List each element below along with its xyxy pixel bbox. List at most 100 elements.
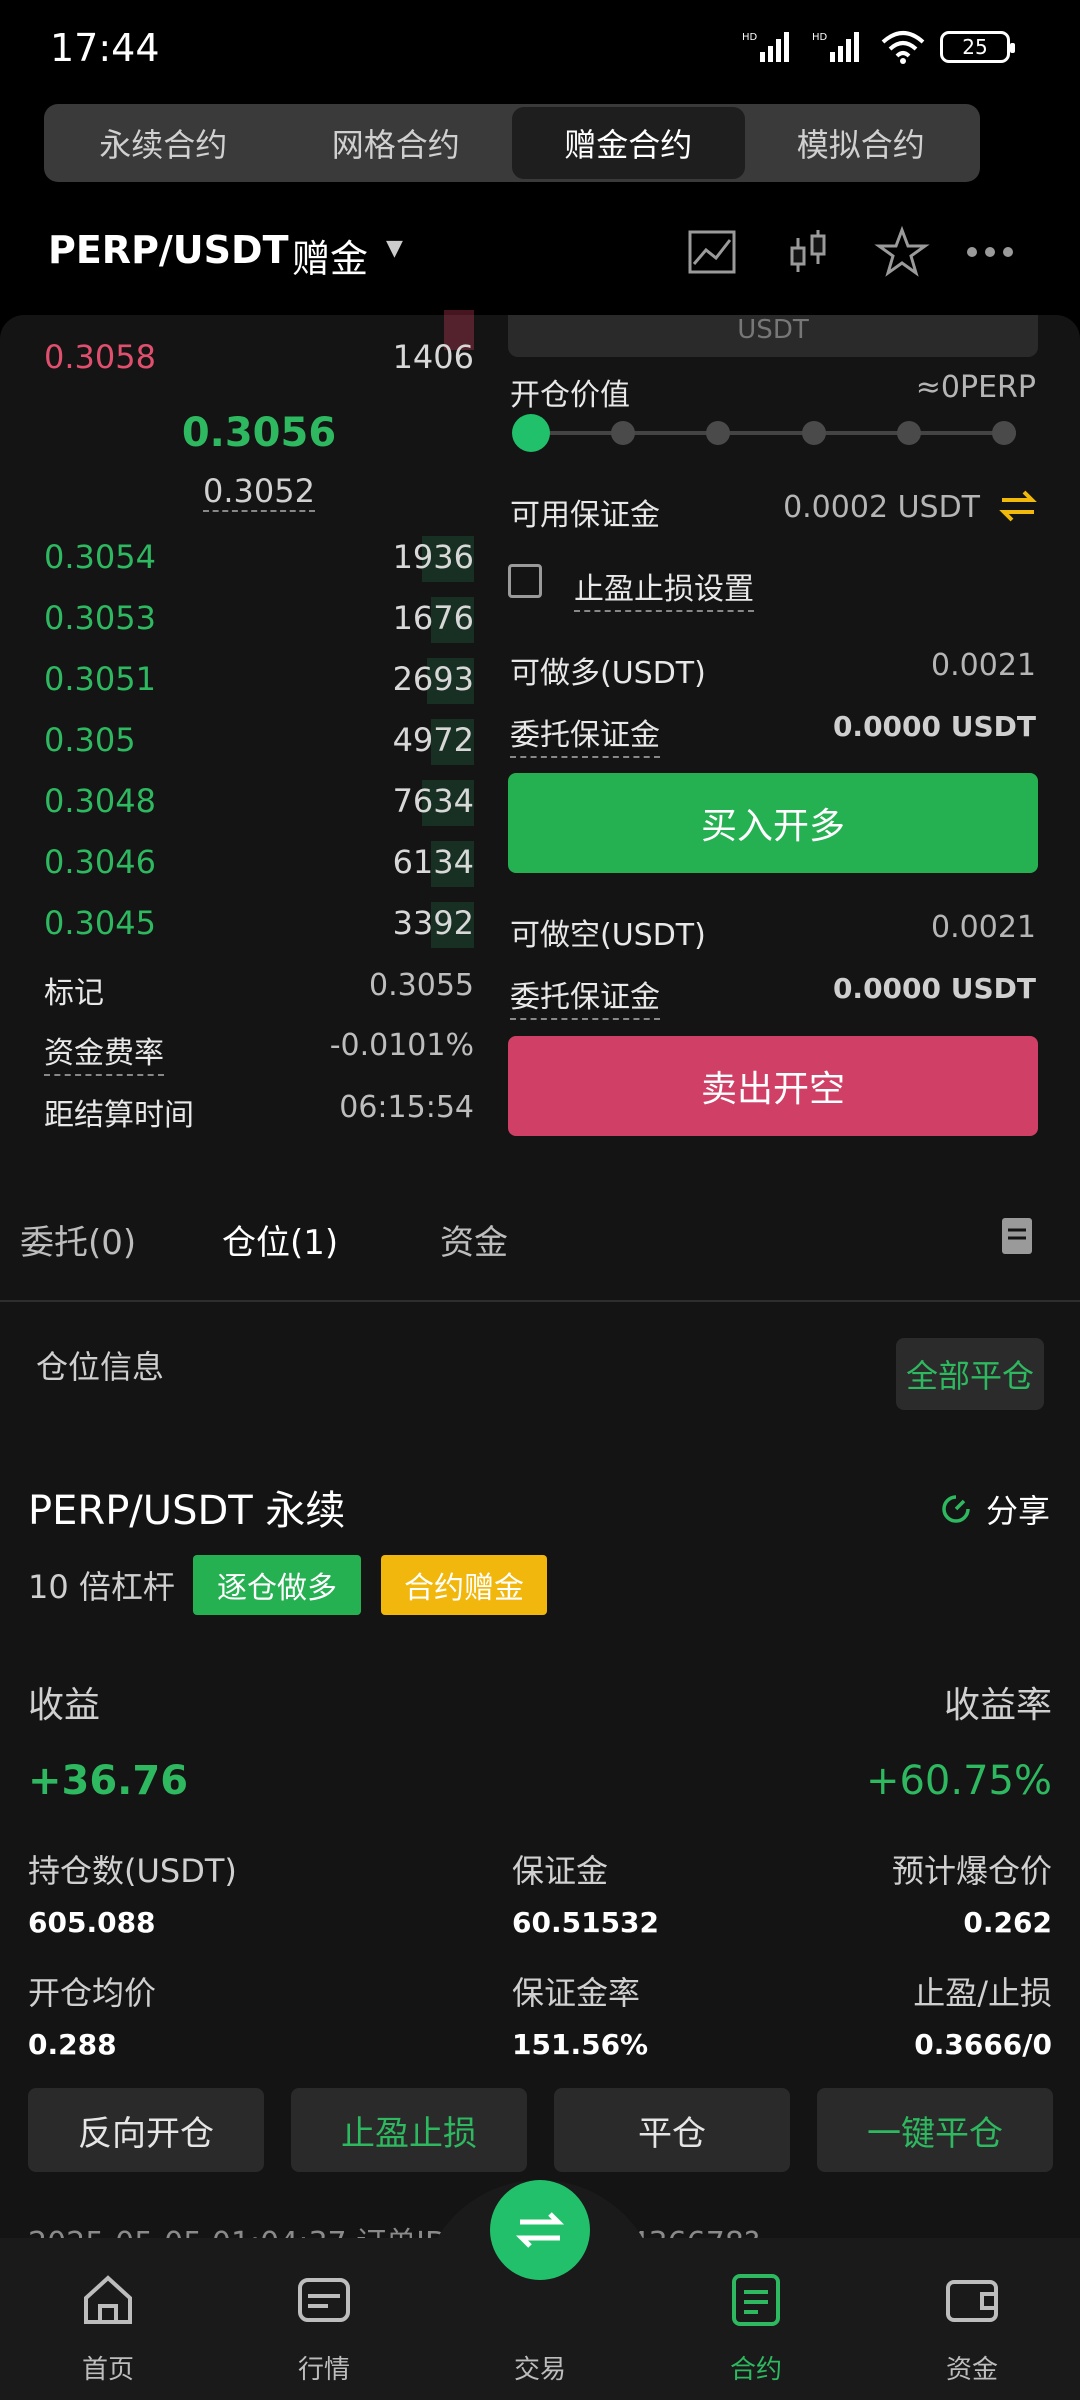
roi-value: +60.75% <box>865 1758 1052 1804</box>
nav-trade[interactable] <box>490 2180 590 2280</box>
nav-futures-label: 合约 <box>729 2355 782 2385</box>
slider-step[interactable] <box>897 421 921 445</box>
bid-row[interactable]: 0.305 4972 <box>44 713 474 765</box>
market-icon <box>298 2278 350 2322</box>
bid-row[interactable]: 0.3046 6134 <box>44 835 474 887</box>
liquidation-label: 预计爆仓价 <box>891 1852 1052 1890</box>
candlestick-icon[interactable] <box>780 224 836 280</box>
roi-label: 收益率 <box>943 1685 1052 1726</box>
pair-header: PERP/USDT 赠金 ▼ <box>0 210 1080 300</box>
home-icon <box>84 2275 132 2324</box>
section-title: 仓位信息 <box>36 1348 165 1386</box>
buy-long-button[interactable]: 买入开多 <box>508 773 1038 873</box>
ask-price: 0.3058 <box>44 338 156 376</box>
size-field: 持仓数(USDT) 605.088 <box>28 1846 237 1939</box>
bid-row[interactable]: 0.3048 7634 <box>44 774 474 826</box>
sell-short-button[interactable]: 卖出开空 <box>508 1036 1038 1136</box>
bid-qty: 2693 <box>392 660 474 698</box>
position-title: PERP/USDT 永续 <box>28 1488 346 1534</box>
wifi-icon <box>881 31 925 64</box>
transfer-icon[interactable] <box>998 488 1038 524</box>
slider-step[interactable] <box>706 421 730 445</box>
slider-step[interactable] <box>611 421 635 445</box>
slider-track <box>516 431 1016 435</box>
nav-market[interactable]: 行情 <box>264 2270 384 2386</box>
long-available-label: 可做多(USDT) <box>510 656 706 691</box>
tab-demo[interactable]: 模拟合约 <box>745 107 978 179</box>
signal-icon: HD <box>812 32 859 62</box>
tab-orders[interactable]: 委托(0) <box>20 1215 136 1264</box>
bid-qty: 6134 <box>392 843 474 881</box>
open-value-label: 开仓价值 <box>510 378 630 413</box>
short-order-margin-label: 委托保证金 <box>510 972 660 1020</box>
slider-step[interactable] <box>992 421 1016 445</box>
open-value: ≈0PERP <box>915 370 1036 405</box>
bid-price: 0.305 <box>44 721 136 759</box>
nav-trade-label: 交易 <box>513 2355 566 2385</box>
tpsl-button[interactable]: 止盈止损 <box>291 2088 527 2172</box>
pnl-value: +36.76 <box>28 1758 189 1804</box>
pnl-label: 收益 <box>28 1685 101 1726</box>
tab-bonus[interactable]: 赠金合约 <box>512 107 745 179</box>
tab-positions[interactable]: 仓位(1) <box>222 1215 338 1264</box>
tpsl-field-value: 0.3666/0 <box>914 2028 1052 2061</box>
tab-grid[interactable]: 网格合约 <box>280 107 513 179</box>
margin-field: 保证金 60.51532 <box>512 1846 659 1939</box>
signal-icon: HD <box>742 32 789 62</box>
nav-futures[interactable]: 合约 <box>696 2270 816 2386</box>
mark-value: 0.3055 <box>369 968 474 1003</box>
bid-row[interactable]: 0.3045 3392 <box>44 896 474 948</box>
close-position-button[interactable]: 平仓 <box>554 2088 790 2172</box>
share-icon <box>942 1495 970 1523</box>
close-all-button[interactable]: 全部平仓 <box>896 1338 1044 1410</box>
long-order-margin-value: 0.0000 USDT <box>832 710 1036 743</box>
amount-slider[interactable] <box>512 414 1016 452</box>
short-order-margin-value: 0.0000 USDT <box>832 972 1036 1005</box>
ask-qty: 1406 <box>392 338 474 376</box>
caret-down-icon[interactable]: ▼ <box>386 236 403 261</box>
mark-price: 0.3052 <box>203 472 315 512</box>
bid-qty: 1676 <box>392 599 474 637</box>
slider-thumb[interactable] <box>512 414 550 452</box>
bid-row[interactable]: 0.3051 2693 <box>44 652 474 704</box>
funding-label: 资金费率 <box>44 1028 164 1076</box>
margin-ratio-field: 保证金率 151.56% <box>512 1968 648 2061</box>
bid-row[interactable]: 0.3053 1676 <box>44 591 474 643</box>
reverse-button[interactable]: 反向开仓 <box>28 2088 264 2172</box>
tpsl-checkbox[interactable] <box>508 564 542 598</box>
bid-price: 0.3048 <box>44 782 156 820</box>
available-margin-label: 可用保证金 <box>510 498 660 533</box>
chart-icon[interactable] <box>684 224 740 280</box>
entry-value: 0.288 <box>28 2028 117 2061</box>
bid-row[interactable]: 0.3054 1936 <box>44 530 474 582</box>
bonus-badge: 合约赠金 <box>381 1555 547 1615</box>
bid-qty: 4972 <box>392 721 474 759</box>
contract-type-tabs: 永续合约 网格合约 赠金合约 模拟合约 <box>44 104 980 182</box>
ask-row[interactable]: 0.3058 1406 <box>44 310 474 382</box>
nav-market-label: 行情 <box>297 2355 350 2385</box>
status-time: 17:44 <box>50 26 160 70</box>
last-price: 0.3056 <box>181 410 337 456</box>
more-icon[interactable] <box>962 224 1018 280</box>
quick-close-button[interactable]: 一键平仓 <box>817 2088 1053 2172</box>
tab-funds[interactable]: 资金 <box>440 1215 508 1264</box>
entry-field: 开仓均价 0.288 <box>28 1968 156 2061</box>
nav-assets[interactable]: 资金 <box>912 2270 1032 2386</box>
bid-price: 0.3051 <box>44 660 156 698</box>
amount-input[interactable]: USDT <box>508 315 1038 357</box>
svg-text:HD: HD <box>812 32 828 43</box>
pair-tag[interactable]: 赠金 <box>292 228 368 283</box>
slider-step[interactable] <box>802 421 826 445</box>
nav-home[interactable]: 首页 <box>48 2270 168 2386</box>
star-icon[interactable] <box>874 224 930 280</box>
margin-label: 保证金 <box>512 1852 609 1890</box>
liquidation-field: 预计爆仓价 0.262 <box>892 1846 1052 1939</box>
bid-price: 0.3053 <box>44 599 156 637</box>
share-button[interactable]: 分享 <box>938 1486 1050 1532</box>
tab-perpetual[interactable]: 永续合约 <box>47 107 280 179</box>
margin-ratio-value: 151.56% <box>512 2028 649 2061</box>
nav-assets-label: 资金 <box>945 2355 998 2385</box>
futures-icon <box>732 2274 780 2326</box>
pair-name[interactable]: PERP/USDT <box>48 228 289 272</box>
document-icon[interactable] <box>1000 1216 1034 1256</box>
